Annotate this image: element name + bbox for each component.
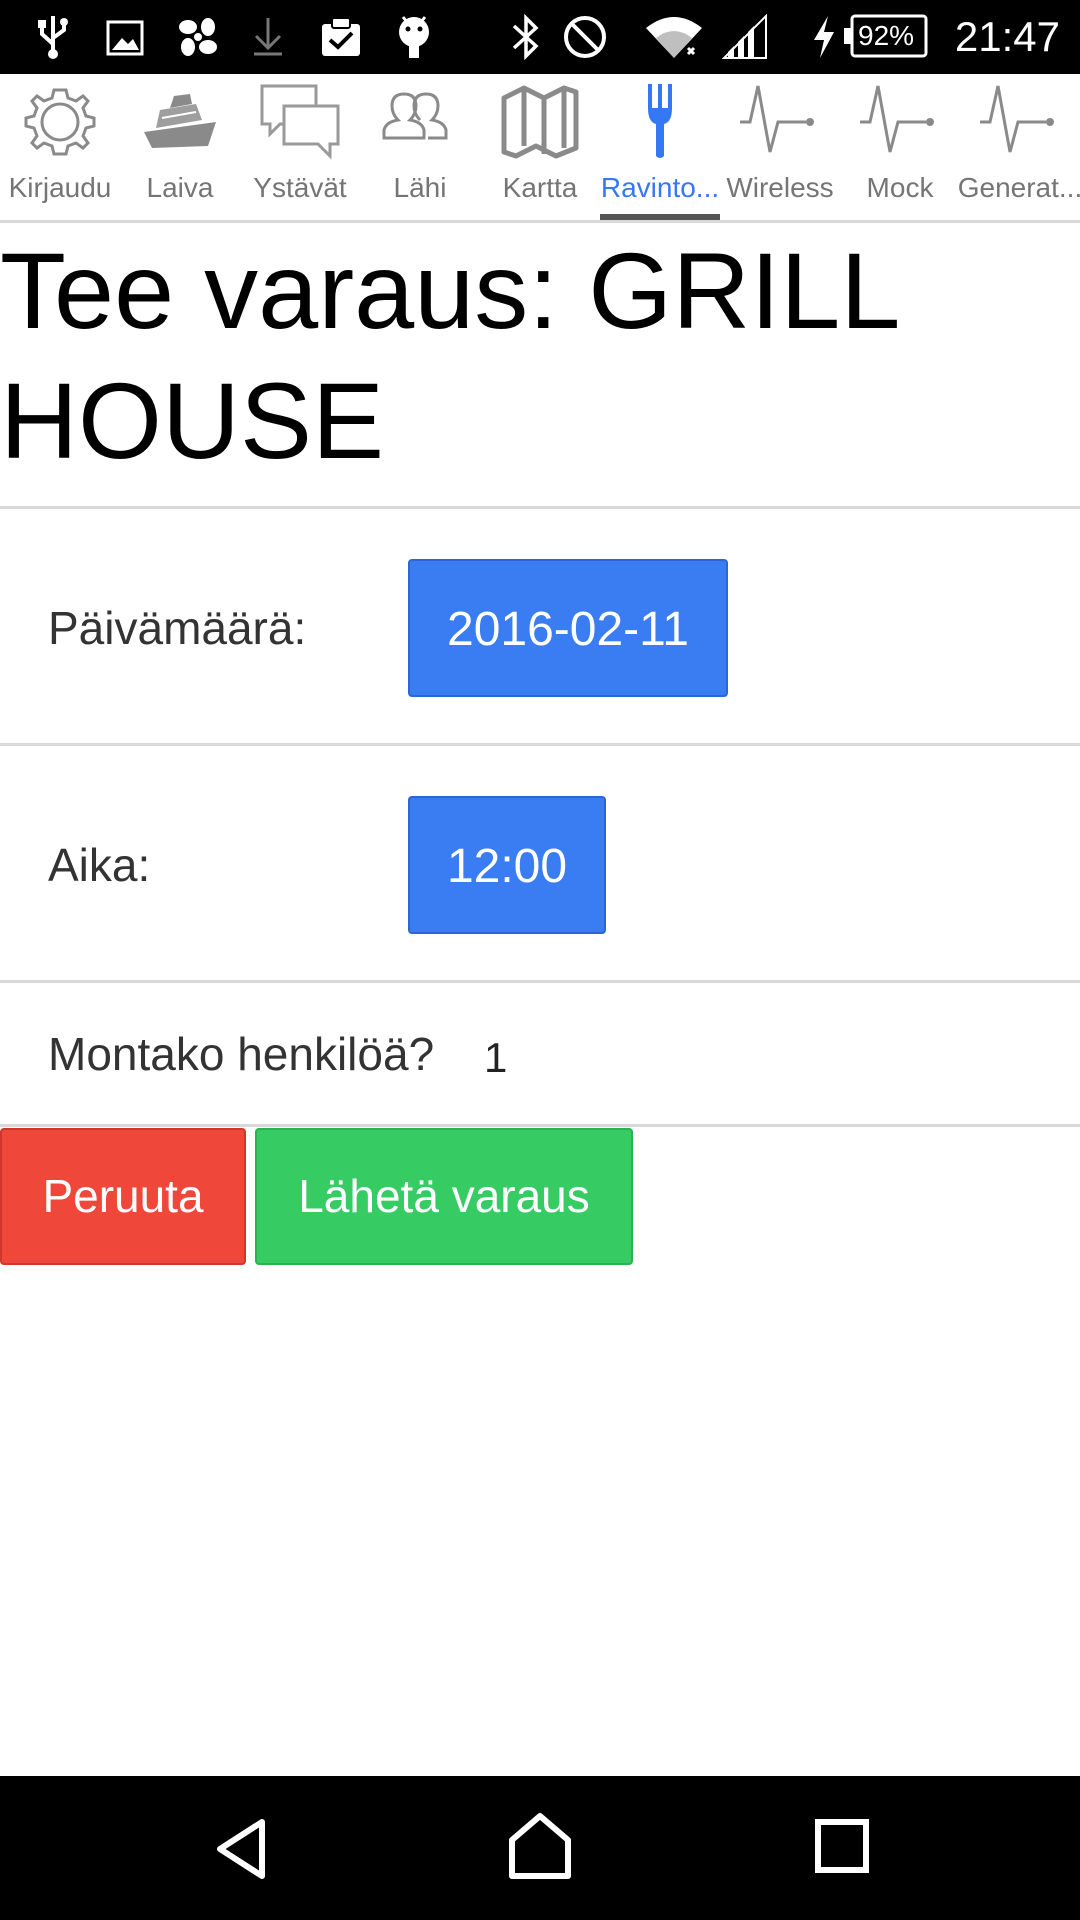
map-icon (501, 85, 579, 159)
tab-label: Kirjaudu (8, 172, 112, 203)
time-label: Aika: (48, 839, 151, 891)
active-tab-indicator (600, 214, 720, 220)
back-icon[interactable] (210, 1814, 274, 1884)
people-icon (382, 92, 448, 140)
tab-label: Kartta (502, 172, 578, 203)
usb-icon (38, 16, 68, 59)
status-bar: 92% 21:47 (0, 0, 1080, 74)
divider (0, 506, 1080, 509)
tab-lahi[interactable]: Lähi (360, 74, 480, 220)
tab-label: Generat... (957, 172, 1080, 203)
charging-icon (814, 16, 834, 58)
chat-icon (260, 84, 340, 160)
tab-bar: Kirjaudu Laiva Ystävät Lähi Kartta Ravin… (0, 74, 1080, 223)
fork-icon (648, 84, 672, 158)
clock: 21:47 (954, 13, 1060, 60)
signal-icon (722, 14, 767, 59)
clipboard-check-icon (322, 17, 360, 56)
guest-count-input[interactable]: 1 (484, 1030, 507, 1086)
battery-percent: 92% (858, 20, 915, 51)
tab-label: Lähi (393, 172, 447, 203)
tab-label: Wireless (726, 172, 834, 203)
tab-label: Ystävät (253, 172, 347, 203)
tab-label: Laiva (146, 172, 214, 203)
tab-kartta[interactable]: Kartta (480, 74, 600, 220)
navigation-bar (0, 1776, 1080, 1920)
divider (0, 980, 1080, 983)
tab-generator[interactable]: Generat... (958, 74, 1080, 220)
time-picker-button[interactable]: 12:00 (408, 796, 606, 934)
recents-icon[interactable] (812, 1816, 872, 1876)
ship-icon (144, 94, 216, 148)
image-icon (106, 20, 144, 56)
home-icon[interactable] (506, 1810, 574, 1882)
pulse-icon (980, 85, 1054, 153)
pinwheel-icon (179, 18, 217, 56)
divider (0, 743, 1080, 746)
guest-count-label: Montako henkilöä? (48, 1028, 435, 1080)
tab-ystavat[interactable]: Ystävät (240, 74, 360, 220)
download-icon (254, 18, 282, 56)
tab-label: Ravinto... (600, 172, 720, 203)
tab-mock[interactable]: Mock (840, 74, 960, 220)
cancel-button[interactable]: Peruuta (0, 1128, 246, 1265)
page-title: Tee varaus: GRILL HOUSE (0, 230, 897, 481)
tab-wireless[interactable]: Wireless (720, 74, 840, 220)
pulse-icon (860, 85, 934, 153)
date-picker-button[interactable]: 2016-02-11 (408, 559, 728, 697)
do-not-disturb-icon (564, 16, 606, 58)
tab-label: Mock (866, 172, 934, 203)
tab-laiva[interactable]: Laiva (120, 74, 240, 220)
divider (0, 1124, 1080, 1127)
pulse-icon (740, 85, 814, 153)
wifi-icon (646, 17, 702, 58)
submit-reservation-button[interactable]: Lähetä varaus (255, 1128, 633, 1265)
android-icon (399, 16, 429, 58)
gear-icon (24, 88, 96, 156)
date-label: Päivämäärä: (48, 602, 307, 654)
tab-ravintolat[interactable]: Ravinto... (600, 74, 720, 220)
bluetooth-icon (512, 14, 539, 60)
tab-kirjaudu[interactable]: Kirjaudu (0, 74, 120, 220)
